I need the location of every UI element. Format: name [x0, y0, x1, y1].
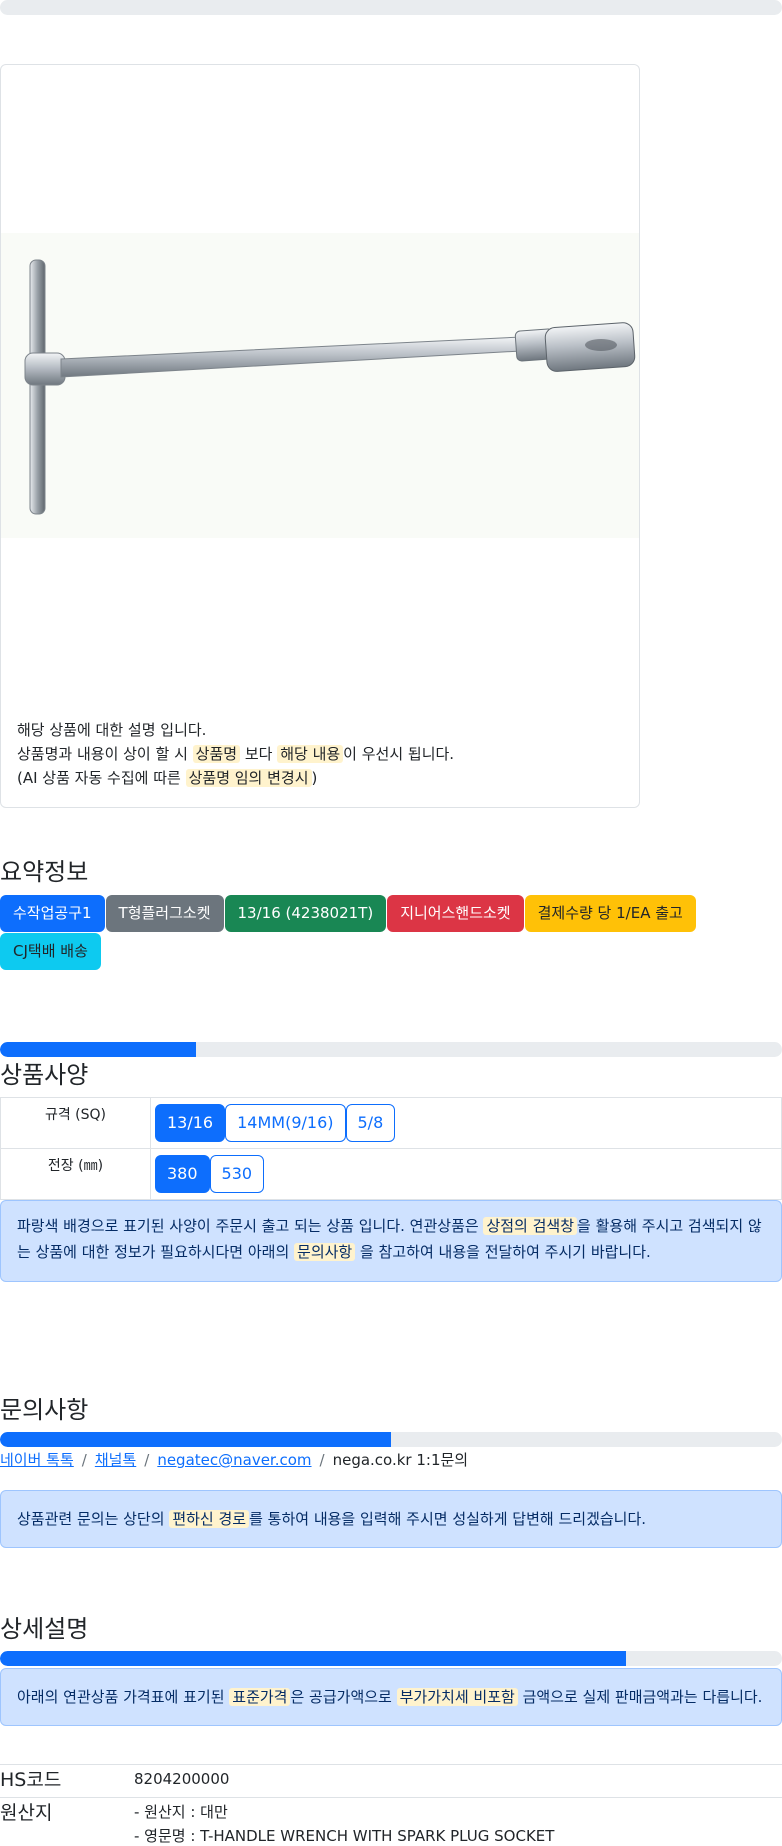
option-380[interactable]: 380 — [155, 1155, 210, 1193]
tag-model[interactable]: 13/16 (4238021T) — [224, 895, 387, 932]
inquiry-title: 문의사항 — [0, 1396, 89, 1424]
separator: / — [144, 1451, 150, 1469]
product-image — [1, 233, 639, 538]
inquiry-progress-fill — [0, 1432, 391, 1447]
tag-category[interactable]: 수작업공구1 — [0, 895, 105, 932]
note-text: 을 참고하여 내용을 전달하여 주시기 바랍니다. — [355, 1243, 651, 1261]
product-card: 해당 상품에 대한 설명 입니다. 상품명과 내용이 상이 할 시 상품명 보다… — [0, 64, 640, 808]
note-text: 상품관련 문의는 상단의 — [17, 1510, 170, 1528]
detail-note: 아래의 연관상품 가격표에 표기된 표준가격 은 공급가액으로 부가가치세 비포함… — [0, 1668, 782, 1726]
detail-title: 상세설명 — [0, 1615, 89, 1643]
separator: / — [81, 1451, 87, 1469]
option-530[interactable]: 530 — [209, 1155, 265, 1193]
note-text: 파랑색 배경으로 표기된 사양이 주문시 출고 되는 상품 입니다. 연관상품은 — [17, 1217, 484, 1235]
product-description: 해당 상품에 대한 설명 입니다. 상품명과 내용이 상이 할 시 상품명 보다… — [17, 718, 454, 790]
highlight-channel: 편하신 경로 — [169, 1510, 250, 1528]
link-email[interactable]: negatec@naver.com — [157, 1451, 311, 1469]
highlight-vat: 부가가치세 비포함 — [396, 1688, 518, 1706]
origin-english-name: - 영문명 : T-HANDLE WRENCH WITH SPARK PLUG … — [134, 1827, 555, 1845]
origin-row: 원산지 - 원산지 : 대만 - 영문명 : T-HANDLE WRENCH W… — [0, 1797, 782, 1846]
origin-values: - 원산지 : 대만 - 영문명 : T-HANDLE WRENCH WITH … — [134, 1800, 554, 1846]
spec-options-length: 380 530 — [150, 1148, 782, 1200]
option-5-8[interactable]: 5/8 — [345, 1104, 396, 1142]
spec-options-size: 13/16 14MM(9/16) 5/8 — [150, 1097, 782, 1149]
note-text: 아래의 연관상품 가격표에 표기된 — [17, 1688, 230, 1706]
spec-note: 파랑색 배경으로 표기된 사양이 주문시 출고 되는 상품 입니다. 연관상품은… — [0, 1200, 782, 1282]
origin-country: - 원산지 : 대만 — [134, 1803, 228, 1821]
desc-text: (AI 상품 자동 수집에 따른 — [17, 769, 186, 787]
highlight-search: 상점의 검색창 — [483, 1217, 578, 1235]
option-13-16[interactable]: 13/16 — [155, 1104, 226, 1142]
desc-text: ) — [311, 769, 318, 787]
inquiry-progress-bar — [0, 1432, 782, 1447]
summary-tags: 수작업공구1 T형플러그소켓 13/16 (4238021T) 지니어스핸드소켓… — [0, 895, 720, 971]
top-placeholder-bar — [0, 0, 782, 15]
detail-progress-bar — [0, 1651, 782, 1666]
tag-shipping[interactable]: CJ택배 배송 — [0, 933, 101, 970]
desc-line-3: (AI 상품 자동 수집에 따른 상품명 임의 변경시) — [17, 766, 454, 790]
highlight-inquiry: 문의사항 — [294, 1243, 356, 1261]
desc-text: 상품명과 내용이 상이 할 시 — [17, 745, 193, 763]
spec-progress-bar — [0, 1042, 782, 1057]
spec-table: 규격 (SQ) 13/16 14MM(9/16) 5/8 전장 (㎜) 380 530 — [0, 1097, 782, 1200]
inquiry-note: 상품관련 문의는 상단의 편하신 경로 를 통하여 내용을 입력해 주시면 성실하… — [0, 1490, 782, 1548]
desc-text: 이 우선시 됩니다. — [343, 745, 455, 763]
summary-title: 요약정보 — [0, 858, 89, 886]
tag-type[interactable]: T형플러그소켓 — [105, 895, 224, 932]
link-naver-talk[interactable]: 네이버 톡톡 — [0, 1451, 74, 1469]
desc-line-2: 상품명과 내용이 상이 할 시 상품명 보다 해당 내용 이 우선시 됩니다. — [17, 742, 454, 766]
tag-quantity[interactable]: 결제수량 당 1/EA 출고 — [524, 895, 696, 932]
highlight-content: 해당 내용 — [277, 745, 344, 763]
spec-title: 상품사양 — [0, 1061, 89, 1089]
hs-code-value: 8204200000 — [134, 1770, 230, 1788]
note-text: 은 공급가액으로 — [290, 1688, 397, 1706]
origin-label: 원산지 — [0, 1802, 53, 1824]
inquiry-channels: 네이버 톡톡 / 채널톡 / negatec@naver.com / nega.co.kr … — [0, 1449, 468, 1470]
option-14mm[interactable]: 14MM(9/16) — [225, 1104, 346, 1142]
spec-label-length: 전장 (㎜) — [0, 1148, 151, 1200]
desc-line-1: 해당 상품에 대한 설명 입니다. — [17, 721, 207, 739]
note-text: 금액으로 실제 판매금액과는 다릅니다. — [517, 1688, 763, 1706]
tag-brand[interactable]: 지니어스핸드소켓 — [387, 895, 524, 932]
hs-code-label: HS코드 — [0, 1769, 62, 1791]
link-channel-talk[interactable]: 채널톡 — [95, 1451, 136, 1469]
desc-text: 보다 — [240, 745, 278, 763]
separator: / — [319, 1451, 325, 1469]
highlight-product-name: 상품명 — [192, 745, 241, 763]
spec-row: 전장 (㎜) 380 530 — [0, 1148, 782, 1200]
t-handle-wrench-illustration — [24, 259, 636, 515]
spec-row: 규격 (SQ) 13/16 14MM(9/16) 5/8 — [0, 1097, 782, 1149]
note-text: 를 통하여 내용을 입력해 주시면 성실하게 답변해 드리겠습니다. — [249, 1510, 647, 1528]
highlight-name-change: 상품명 임의 변경시 — [185, 769, 312, 787]
spec-label-size: 규격 (SQ) — [0, 1097, 151, 1149]
detail-progress-fill — [0, 1651, 626, 1666]
highlight-standard-price: 표준가격 — [229, 1688, 291, 1706]
site-inquiry-text: nega.co.kr 1:1문의 — [332, 1451, 469, 1469]
hs-code-row: HS코드 8204200000 — [0, 1764, 782, 1796]
